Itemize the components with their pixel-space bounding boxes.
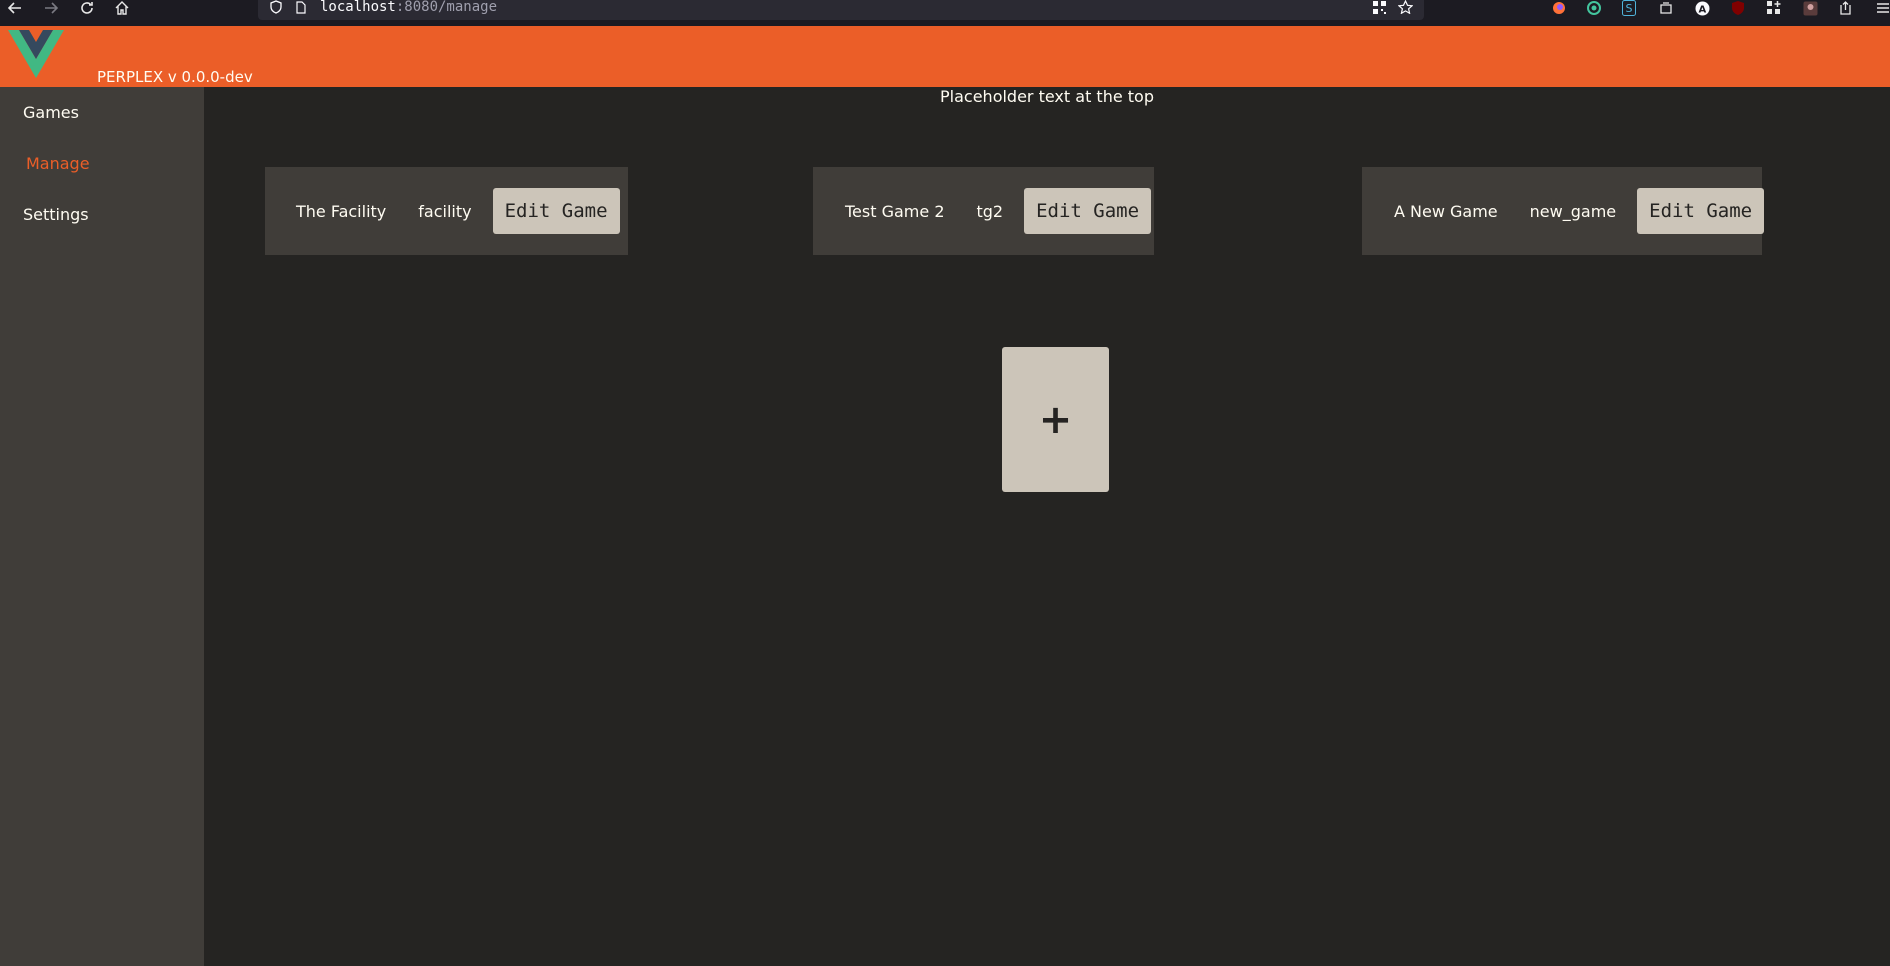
sidebar-item-settings[interactable]: Settings (23, 205, 89, 224)
home-icon[interactable] (107, 0, 137, 16)
game-slug: tg2 (976, 201, 1004, 221)
game-name: A New Game (1394, 201, 1498, 221)
page-icon[interactable] (292, 0, 310, 14)
vue-logo-icon[interactable] (8, 30, 64, 80)
game-name: Test Game 2 (845, 201, 945, 221)
game-card: A New Game new_game Edit Game (1362, 167, 1765, 255)
sidebar: Games Manage Settings (0, 87, 204, 966)
plus-icon: + (1038, 396, 1073, 443)
game-card: Test Game 2 tg2 Edit Game (813, 167, 1154, 255)
shield-icon[interactable] (267, 0, 285, 14)
back-icon[interactable] (0, 0, 30, 16)
share-icon[interactable] (1836, 0, 1854, 16)
placeholder-text: Placeholder text at the top (940, 87, 1154, 106)
s-extension-icon[interactable]: S (1620, 0, 1638, 16)
edit-game-button[interactable]: Edit Game (1024, 188, 1152, 234)
url-text[interactable]: localhost:8080/manage (320, 0, 497, 15)
extensions-grid-icon[interactable] (1765, 0, 1783, 16)
url-path: :8080/manage (395, 0, 498, 15)
app-header: PERPLEX v 0.0.0-dev (0, 26, 1890, 87)
url-host: localhost (320, 0, 396, 15)
qr-code-icon[interactable] (1370, 0, 1388, 14)
game-card: The Facility facility Edit Game (265, 167, 628, 255)
ublock-origin-icon[interactable] (1729, 0, 1747, 16)
sidebar-item-manage[interactable]: Manage (26, 154, 90, 173)
game-name: The Facility (296, 201, 387, 221)
profile-extension-icon[interactable] (1801, 0, 1819, 16)
svg-text:S: S (1626, 2, 1633, 15)
sync-extension-icon[interactable] (1585, 0, 1603, 16)
edit-game-button[interactable]: Edit Game (1637, 188, 1765, 234)
container-extension-icon[interactable] (1657, 0, 1675, 16)
translate-extension-icon[interactable]: A (1693, 0, 1711, 16)
reload-icon[interactable] (72, 0, 102, 16)
add-game-button[interactable]: + (1002, 347, 1109, 492)
game-slug: facility (418, 201, 472, 221)
menu-icon[interactable] (1874, 0, 1890, 16)
edit-game-button[interactable]: Edit Game (492, 188, 620, 234)
svg-text:A: A (1698, 4, 1706, 15)
forward-icon[interactable] (36, 0, 66, 16)
bookmark-star-icon[interactable] (1396, 0, 1414, 14)
sidebar-item-games[interactable]: Games (23, 103, 79, 122)
browser-toolbar: localhost:8080/manage S A (0, 0, 1890, 26)
game-slug: new_game (1529, 201, 1617, 221)
firefox-extension-icon[interactable] (1550, 0, 1568, 16)
app-version-label: PERPLEX v 0.0.0-dev (97, 68, 253, 86)
url-bar[interactable]: localhost:8080/manage (258, 0, 1424, 20)
